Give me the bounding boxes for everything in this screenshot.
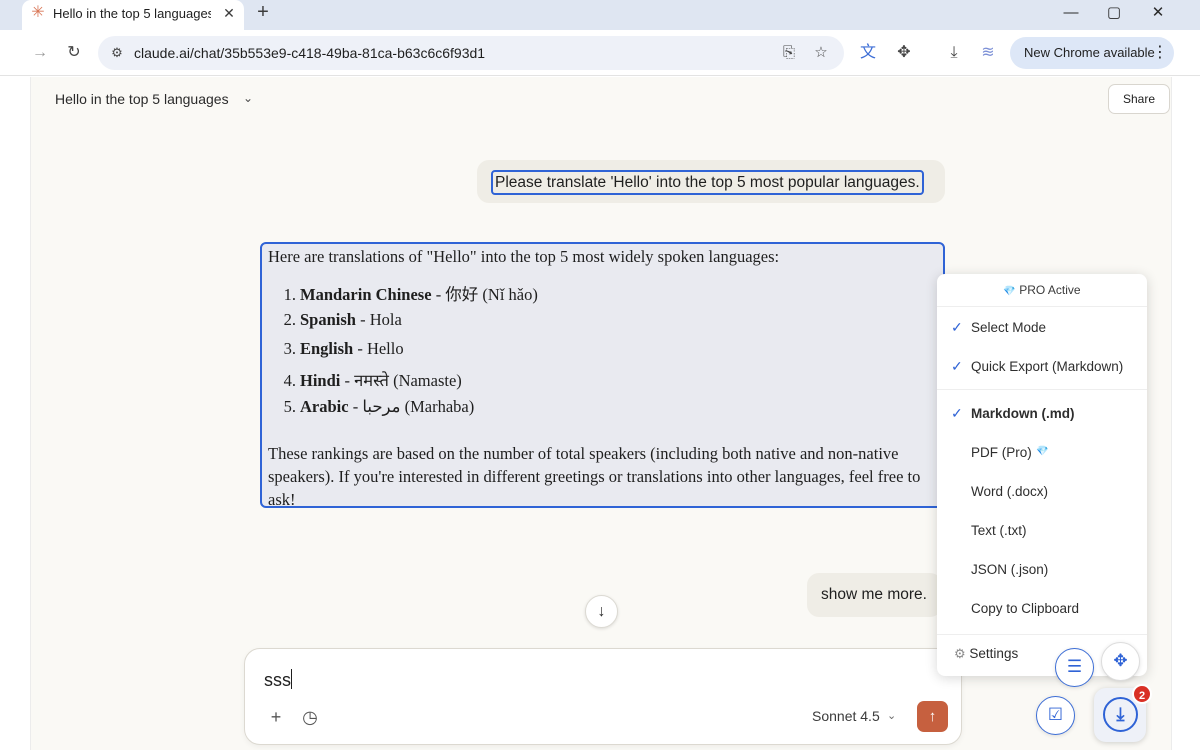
checkbox-icon: ☑ <box>1047 705 1064 724</box>
downloads-icon[interactable]: ⤓ <box>943 42 965 64</box>
tab-strip: ✳ Hello in the top 5 languages ✕ + — ▢ ✕ <box>0 0 1200 30</box>
share-button[interactable]: Share <box>1108 84 1170 114</box>
send-button[interactable]: ↑ <box>917 701 948 732</box>
menu-item-quick-export[interactable]: ✓ Quick Export (Markdown) <box>937 353 1147 381</box>
minimize-icon[interactable]: — <box>1059 3 1083 23</box>
menu-item-text[interactable]: Text (.txt) <box>937 517 1147 545</box>
user-message: Please translate 'Hello' into the top 5 … <box>477 160 945 203</box>
diamond-icon: 💎 <box>1036 446 1049 457</box>
menu-item-pdf[interactable]: PDF (Pro) 💎 <box>937 439 1147 467</box>
assistant-message[interactable]: Here are translations of "Hello" into th… <box>260 242 945 509</box>
translate-icon[interactable]: 文 <box>857 42 879 64</box>
notification-badge: 2 <box>1132 684 1152 704</box>
close-tab-icon[interactable]: ✕ <box>219 3 239 23</box>
url-text: claude.ai/chat/35b553e9-c418-49ba-81ca-b… <box>134 45 486 61</box>
forward-icon[interactable]: → <box>29 42 51 64</box>
chevron-down-icon[interactable]: ⌄ <box>887 707 896 725</box>
address-bar[interactable]: ⚙ claude.ai/chat/35b553e9-c418-49ba-81ca… <box>98 36 844 70</box>
menu-item-copy-clipboard[interactable]: Copy to Clipboard <box>937 595 1147 623</box>
install-app-icon[interactable]: ⎘ <box>778 43 800 63</box>
check-icon: ✓ <box>951 319 963 335</box>
pro-status: 💎 PRO Active <box>937 274 1147 307</box>
settings-button[interactable]: ⚙ Settings <box>954 646 1018 662</box>
list-item: 3. English - Hello <box>283 339 404 358</box>
menu-divider <box>937 634 1147 635</box>
user-message-text[interactable]: Please translate 'Hello' into the top 5 … <box>491 170 924 195</box>
model-selector[interactable]: Sonnet 4.5 <box>812 708 880 724</box>
chevron-down-icon[interactable]: ⌄ <box>243 89 259 107</box>
menu-divider <box>937 389 1147 390</box>
menu-item-json[interactable]: JSON (.json) <box>937 556 1147 584</box>
chrome-update-button[interactable]: New Chrome available ⋮ <box>1010 37 1174 69</box>
bookmark-star-icon[interactable]: ☆ <box>810 43 832 63</box>
profile-icon[interactable]: ≋ <box>977 42 999 64</box>
puzzle-icon: ✥ <box>1113 651 1128 670</box>
diamond-icon: 💎 <box>1003 286 1016 297</box>
maximize-icon[interactable]: ▢ <box>1102 3 1126 23</box>
browser-tab-active[interactable]: ✳ Hello in the top 5 languages ✕ <box>22 0 244 30</box>
list-item: 5. Arabic - مرحبا (Marhaba) <box>283 397 475 416</box>
list-menu-button[interactable]: ☰ <box>1055 648 1094 687</box>
more-vertical-icon[interactable]: ⋮ <box>1152 43 1168 63</box>
gear-icon: ⚙ <box>954 646 966 661</box>
user-message: show me more. <box>807 573 942 617</box>
text-caret <box>291 669 292 689</box>
composer-input[interactable]: sss <box>264 669 292 691</box>
list-item: 1. Mandarin Chinese - 你好 (Nǐ hǎo) <box>283 285 538 304</box>
history-icon[interactable]: ◷ <box>298 705 322 729</box>
message-composer[interactable]: sss + ◷ Sonnet 4.5 ⌄ ↑ <box>244 648 962 745</box>
translation-list: 1. Mandarin Chinese - 你好 (Nǐ hǎo) 2. Spani… <box>268 281 538 426</box>
tab-title: Hello in the top 5 languages <box>53 6 211 21</box>
assistant-intro: Here are translations of "Hello" into th… <box>268 247 780 266</box>
check-icon: ✓ <box>951 405 963 421</box>
close-window-icon[interactable]: ✕ <box>1146 3 1170 23</box>
list-item: 2. Spanish - Hola <box>283 310 402 329</box>
export-download-icon: ⤓ <box>1103 697 1138 732</box>
assistant-closing: These rankings are based on the number o… <box>268 444 921 509</box>
site-info-icon[interactable]: ⚙ <box>107 43 127 63</box>
update-label: New Chrome available <box>1024 45 1155 60</box>
export-extension-popup: 💎 PRO Active ✓ Select Mode ✓ Quick Expor… <box>937 274 1147 676</box>
add-attachment-icon[interactable]: + <box>264 705 288 729</box>
user-message-text[interactable]: show me more. <box>821 586 927 604</box>
extensions-puzzle-icon[interactable]: ✥ <box>893 42 915 64</box>
list-item: 4. Hindi - नमस्ते (Namaste) <box>283 371 462 390</box>
select-mode-button[interactable]: ☑ <box>1036 696 1075 735</box>
list-icon: ☰ <box>1066 657 1083 676</box>
browser-toolbar: → ↻ ⚙ claude.ai/chat/35b553e9-c418-49ba-… <box>0 30 1200 76</box>
new-tab-icon[interactable]: + <box>252 2 274 24</box>
reload-icon[interactable]: ↻ <box>63 42 85 64</box>
menu-item-markdown[interactable]: ✓ Markdown (.md) <box>937 400 1147 428</box>
extension-puzzle-button[interactable]: ✥ <box>1101 642 1140 681</box>
menu-item-select-mode[interactable]: ✓ Select Mode <box>937 314 1147 342</box>
menu-item-word[interactable]: Word (.docx) <box>937 478 1147 506</box>
claude-logo-icon: ✳ <box>31 4 45 21</box>
conversation-title[interactable]: Hello in the top 5 languages <box>55 91 229 107</box>
scroll-to-bottom-button[interactable]: ↓ <box>585 595 618 628</box>
check-icon: ✓ <box>951 358 963 374</box>
